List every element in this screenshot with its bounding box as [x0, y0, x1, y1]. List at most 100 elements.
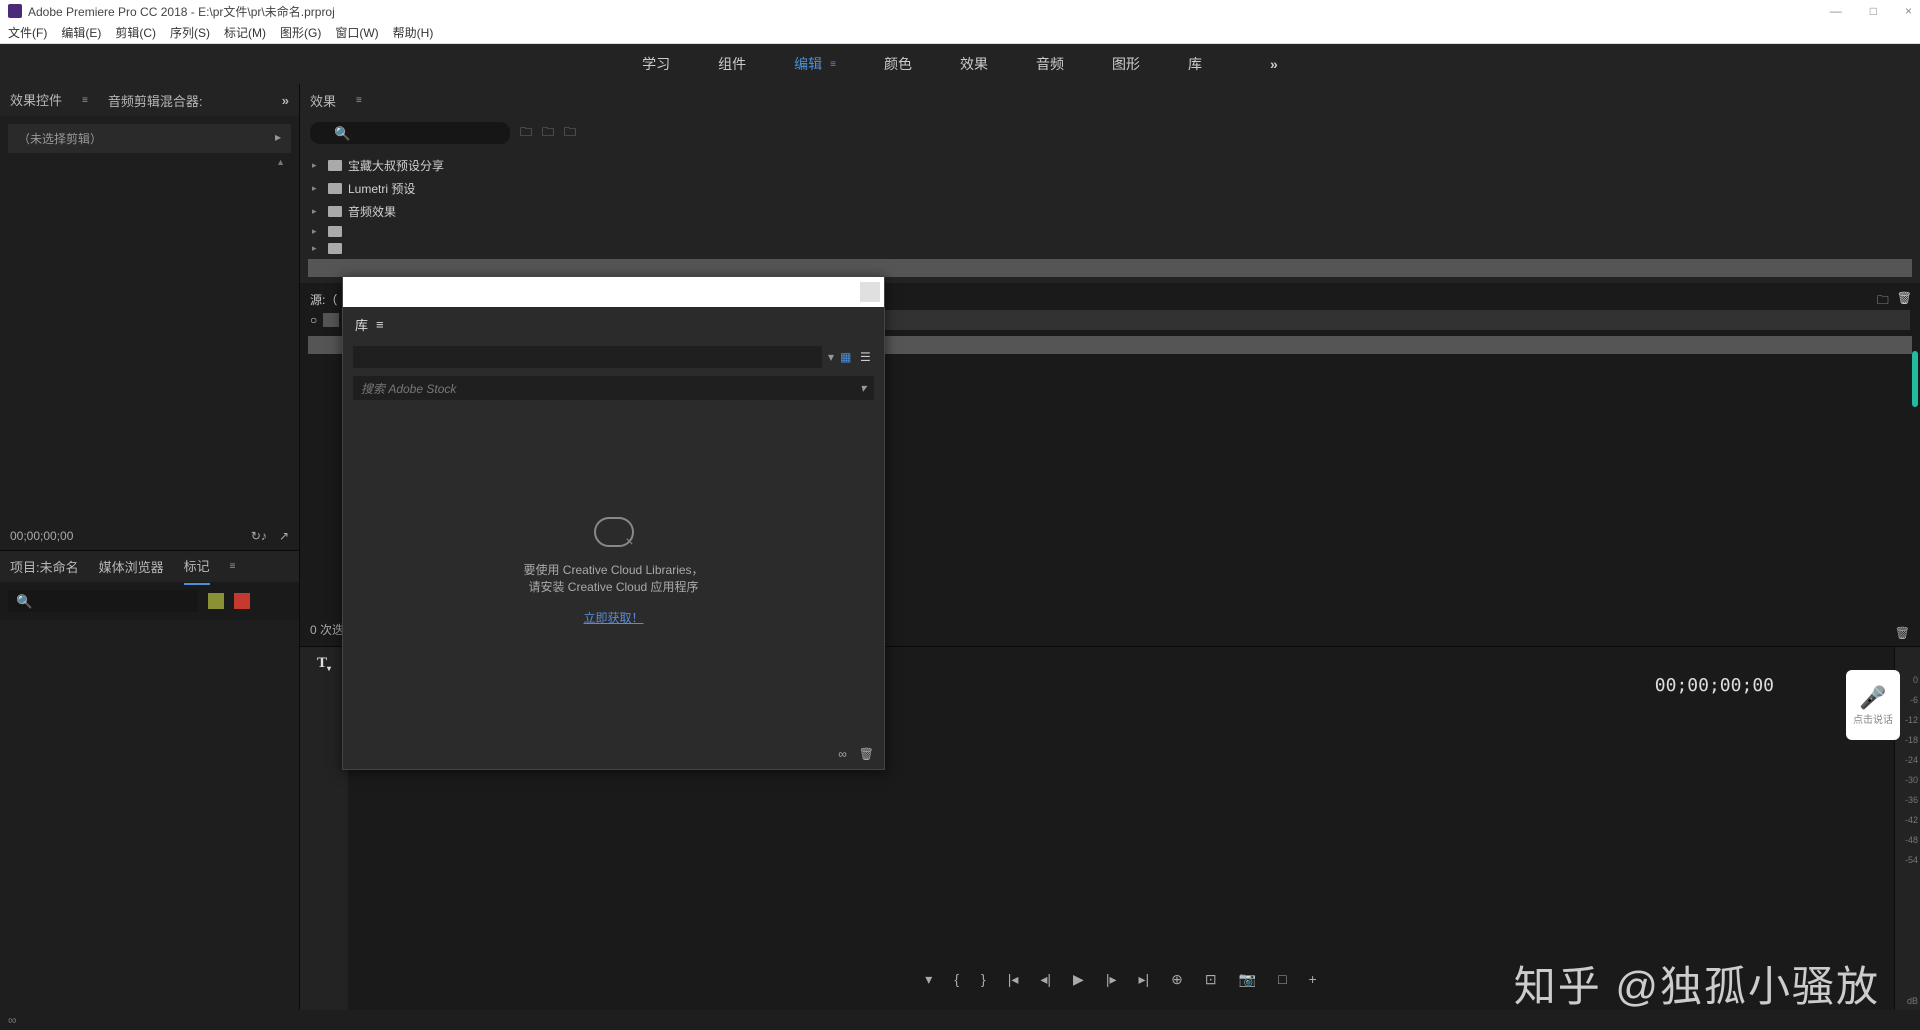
step-back-icon[interactable]: ◂|	[1040, 971, 1051, 988]
popup-titlebar[interactable]	[343, 277, 884, 307]
tab-menu-icon[interactable]: ≡	[82, 95, 88, 106]
effects-search-input[interactable]	[310, 122, 510, 144]
tree-item-lumetri[interactable]: ▸Lumetri 预设	[308, 177, 1912, 200]
library-empty-state: 要使用 Creative Cloud Libraries， 请安装 Creati…	[343, 404, 884, 739]
timeline-toolstrip: T▾	[300, 647, 348, 1010]
menubar: 文件(F) 编辑(E) 剪辑(C) 序列(S) 标记(M) 图形(G) 窗口(W…	[0, 22, 1920, 44]
menu-help[interactable]: 帮助(H)	[393, 24, 434, 41]
insert-icon[interactable]: ⊕	[1171, 971, 1183, 988]
delete-icon[interactable]: 🗑	[1897, 291, 1912, 312]
menu-graphics[interactable]: 图形(G)	[280, 24, 321, 41]
grid-view-icon[interactable]: ▦	[840, 350, 854, 364]
cc-message-2: 请安装 Creative Cloud 应用程序	[528, 578, 698, 595]
tree-item-selected[interactable]	[308, 259, 1912, 277]
workspace-assembly[interactable]: 组件	[718, 54, 746, 74]
export-frame-icon[interactable]: 📷	[1239, 971, 1256, 988]
get-cc-link[interactable]: 立即获取！	[583, 609, 643, 626]
popup-trash-icon[interactable]: 🗑	[859, 747, 874, 761]
tab-markers[interactable]: 标记	[184, 548, 210, 585]
scrollbar-thumb[interactable]	[1912, 351, 1918, 407]
menu-sequence[interactable]: 序列(S)	[170, 24, 210, 41]
dropdown-caret-icon[interactable]: ▾	[828, 350, 834, 364]
play-icon[interactable]: ▶	[1073, 971, 1084, 988]
tree-item-audio-fx[interactable]: ▸音频效果	[308, 200, 1912, 223]
markers-search-input[interactable]	[8, 590, 198, 612]
add-marker-icon[interactable]: ▾	[925, 971, 932, 988]
workspace-audio[interactable]: 音频	[1036, 54, 1064, 74]
export-icon[interactable]: ↗	[279, 529, 289, 543]
tab-effects[interactable]: 效果	[310, 83, 336, 118]
mark-out-icon[interactable]: }	[981, 971, 986, 988]
calendar-icon[interactable]	[323, 313, 339, 327]
settings-icon[interactable]: +	[1309, 971, 1317, 988]
cloud-offline-icon	[594, 517, 634, 547]
lower-tab-menu-icon[interactable]: ≡	[230, 561, 236, 572]
close-button[interactable]: ×	[1905, 4, 1912, 18]
tab-project[interactable]: 项目:未命名	[10, 549, 79, 584]
menu-file[interactable]: 文件(F)	[8, 24, 47, 41]
voice-input-widget[interactable]: 🎤 点击说话	[1846, 670, 1900, 740]
workspace-learn[interactable]: 学习	[642, 54, 670, 74]
marker-color-red[interactable]	[234, 593, 250, 609]
app-logo-icon	[8, 4, 22, 18]
tree-item-4[interactable]: ▸	[308, 223, 1912, 240]
scroll-up-icon[interactable]: ▲	[8, 153, 291, 171]
list-view-icon[interactable]: ☰	[860, 350, 874, 364]
minimize-button[interactable]: —	[1830, 4, 1842, 18]
workspace-graphics[interactable]: 图形	[1112, 54, 1140, 74]
tab-source[interactable]: 源:（	[310, 291, 337, 308]
popup-tab-library[interactable]: 库	[355, 315, 368, 334]
tab-media-browser[interactable]: 媒体浏览器	[99, 549, 164, 584]
cc-sync-icon[interactable]: ∞	[838, 747, 847, 761]
menu-window[interactable]: 窗口(W)	[335, 24, 378, 41]
workspace-color[interactable]: 颜色	[884, 54, 912, 74]
cc-message-1: 要使用 Creative Cloud Libraries，	[523, 561, 703, 578]
tree-item-preset[interactable]: ▸宝藏大叔预设分享	[308, 154, 1912, 177]
maximize-button[interactable]: □	[1870, 4, 1877, 18]
loop-icon[interactable]: ↻♪	[251, 529, 267, 543]
library-dropdown[interactable]	[353, 346, 822, 368]
markers-toolbar	[0, 582, 299, 620]
menu-marker[interactable]: 标记(M)	[224, 24, 266, 41]
type-tool-icon[interactable]: T▾	[317, 655, 331, 673]
preset-icon-2[interactable]: 🗀	[542, 123, 554, 144]
workspace-menu-icon[interactable]: ≡	[830, 59, 836, 70]
workspace-editing[interactable]: 编辑	[794, 54, 822, 74]
window-title: Adobe Premiere Pro CC 2018 - E:\pr文件\pr\…	[28, 3, 335, 20]
fit-icon[interactable]: □	[1278, 971, 1286, 988]
popup-tab-menu-icon[interactable]: ≡	[376, 317, 384, 332]
go-out-icon[interactable]: ▸|	[1138, 971, 1149, 988]
stock-search-input[interactable]: 搜索 Adobe Stock ▾	[353, 376, 874, 400]
workspace-effects[interactable]: 效果	[960, 54, 988, 74]
effects-tab-menu-icon[interactable]: ≡	[356, 95, 362, 106]
menu-clip[interactable]: 剪辑(C)	[115, 24, 156, 41]
step-fwd-icon[interactable]: |▸	[1106, 971, 1117, 988]
left-upper-footer: 00;00;00;00 ↻♪ ↗	[0, 522, 299, 550]
record-icon[interactable]: ○	[310, 313, 317, 327]
effect-controls-body: （未选择剪辑）▸ ▲	[0, 116, 299, 522]
mark-in-icon[interactable]: {	[954, 971, 959, 988]
menu-edit[interactable]: 编辑(E)	[61, 24, 101, 41]
library-popup: 库 ≡ ▾ ▦ ☰ 搜索 Adobe Stock ▾ 要使用 Creative …	[342, 276, 885, 770]
microphone-icon: 🎤	[1859, 685, 1886, 711]
cc-status-icon[interactable]: ∞	[8, 1013, 17, 1027]
tree-item-5[interactable]: ▸	[308, 240, 1912, 257]
trash-icon[interactable]: 🗑	[1895, 626, 1910, 640]
marker-color-olive[interactable]	[208, 593, 224, 609]
popup-close-icon[interactable]	[860, 282, 880, 302]
workspace-overflow[interactable]: »	[1270, 56, 1278, 72]
view-folder-icon[interactable]: 🗀	[1877, 291, 1889, 312]
no-clip-selected: （未选择剪辑）▸	[8, 124, 291, 153]
effects-panel-tabs: 效果 ≡	[300, 84, 1920, 116]
tab-overflow[interactable]: »	[282, 93, 289, 108]
tab-effect-controls[interactable]: 效果控件	[10, 82, 62, 119]
tab-audio-mixer[interactable]: 音频剪辑混合器:	[108, 83, 203, 118]
preset-icon-3[interactable]: 🗀	[564, 123, 576, 144]
timecode-duration: 00;00;00;00	[1655, 675, 1774, 696]
preset-icon-1[interactable]: 🗀	[520, 123, 532, 144]
workspace-libraries[interactable]: 库	[1188, 54, 1202, 74]
overwrite-icon[interactable]: ⊡	[1205, 971, 1217, 988]
go-in-icon[interactable]: |◂	[1008, 971, 1019, 988]
markers-body	[0, 620, 299, 1010]
mic-label: 点击说话	[1853, 711, 1893, 726]
